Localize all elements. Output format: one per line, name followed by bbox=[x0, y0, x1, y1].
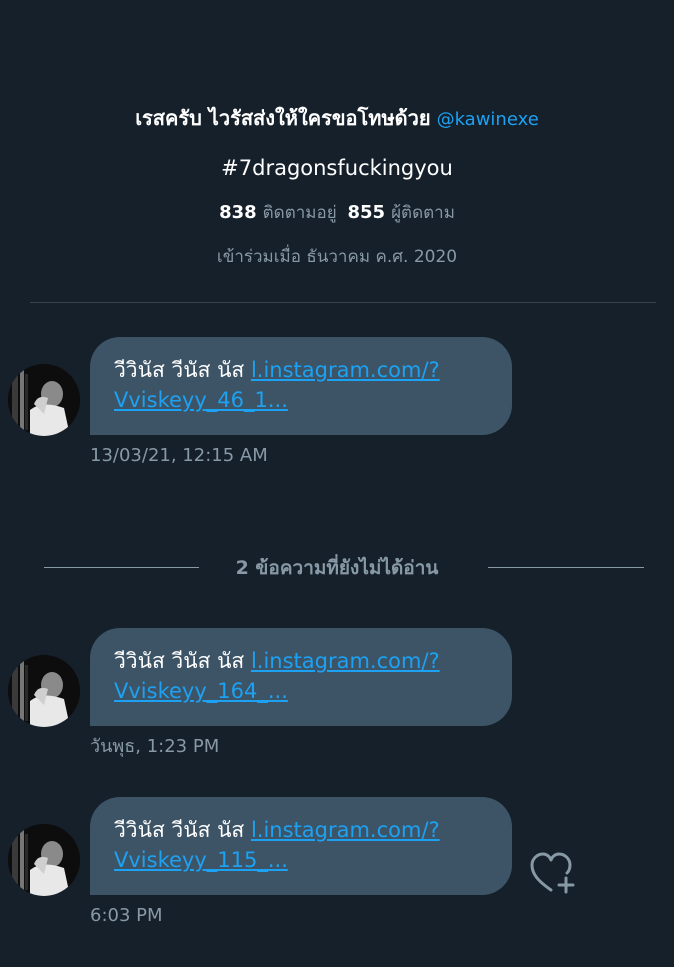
unread-label: 2 ข้อความที่ยังไม่ได้อ่าน bbox=[235, 557, 439, 579]
message-link[interactable]: l.instagram.com/? bbox=[251, 818, 440, 842]
message-link[interactable]: l.instagram.com/? bbox=[251, 358, 440, 382]
message-link-continued[interactable]: Vviskeyy_115_... bbox=[114, 845, 492, 875]
message-link-continued[interactable]: Vviskeyy_164_... bbox=[114, 676, 492, 706]
unread-divider-line-right bbox=[488, 567, 644, 568]
message-timestamp: 13/03/21, 12:15 AM bbox=[90, 445, 268, 466]
profile-name-row: เรสครับ ไวรัสส่งให้ใครขอโทษด้วย @kawinexe bbox=[0, 96, 674, 142]
header-divider bbox=[30, 302, 656, 303]
avatar[interactable] bbox=[8, 655, 80, 727]
like-heart-icon bbox=[530, 852, 575, 894]
joined-date: เข้าร่วมเมื่อ ธันวาคม ค.ศ. 2020 bbox=[216, 247, 458, 267]
dm-conversation: เรสครับ ไวรัสส่งให้ใครขอโทษด้วย @kawinexe… bbox=[0, 0, 674, 967]
message-link[interactable]: l.instagram.com/? bbox=[251, 649, 440, 673]
avatar-photo-icon bbox=[8, 824, 80, 896]
message-timestamp: 6:03 PM bbox=[90, 905, 163, 926]
message-bubble[interactable]: วีวินัส วีนัส นัส l.instagram.com/? Vvis… bbox=[90, 337, 512, 435]
followers-label[interactable]: ผู้ติดตาม bbox=[391, 203, 455, 223]
profile-bio: #7dragonsfuckingyou bbox=[221, 156, 453, 180]
message-timestamp: วันพุธ, 1:23 PM bbox=[90, 736, 220, 757]
profile-header: เรสครับ ไวรัสส่งให้ใครขอโทษด้วย @kawinexe… bbox=[0, 96, 674, 276]
message-link-continued[interactable]: Vviskeyy_46_1... bbox=[114, 385, 492, 415]
following-count[interactable]: 838 bbox=[219, 202, 257, 223]
unread-divider: 2 ข้อความที่ยังไม่ได้อ่าน bbox=[0, 556, 674, 580]
profile-name[interactable]: เรสครับ ไวรัสส่งให้ใครขอโทษด้วย bbox=[135, 106, 430, 130]
avatar[interactable] bbox=[8, 364, 80, 436]
heart-plus-icon[interactable] bbox=[528, 850, 578, 896]
profile-stats: 838 ติดตามอยู่ 855 ผู้ติดตาม bbox=[0, 194, 674, 232]
following-label[interactable]: ติดตามอยู่ bbox=[263, 203, 337, 223]
followers-count[interactable]: 855 bbox=[348, 202, 386, 223]
message-text: วีวินัส วีนัส นัส bbox=[114, 358, 245, 382]
message-bubble[interactable]: วีวินัส วีนัส นัส l.instagram.com/? Vvis… bbox=[90, 628, 512, 726]
avatar-photo-icon bbox=[8, 655, 80, 727]
message-text: วีวินัส วีนัส นัส bbox=[114, 818, 245, 842]
message-bubble[interactable]: วีวินัส วีนัส นัส l.instagram.com/? Vvis… bbox=[90, 797, 512, 895]
profile-handle[interactable]: @kawinexe bbox=[437, 109, 539, 130]
avatar[interactable] bbox=[8, 824, 80, 896]
avatar-photo-icon bbox=[8, 364, 80, 436]
message-text: วีวินัส วีนัส นัส bbox=[114, 649, 245, 673]
